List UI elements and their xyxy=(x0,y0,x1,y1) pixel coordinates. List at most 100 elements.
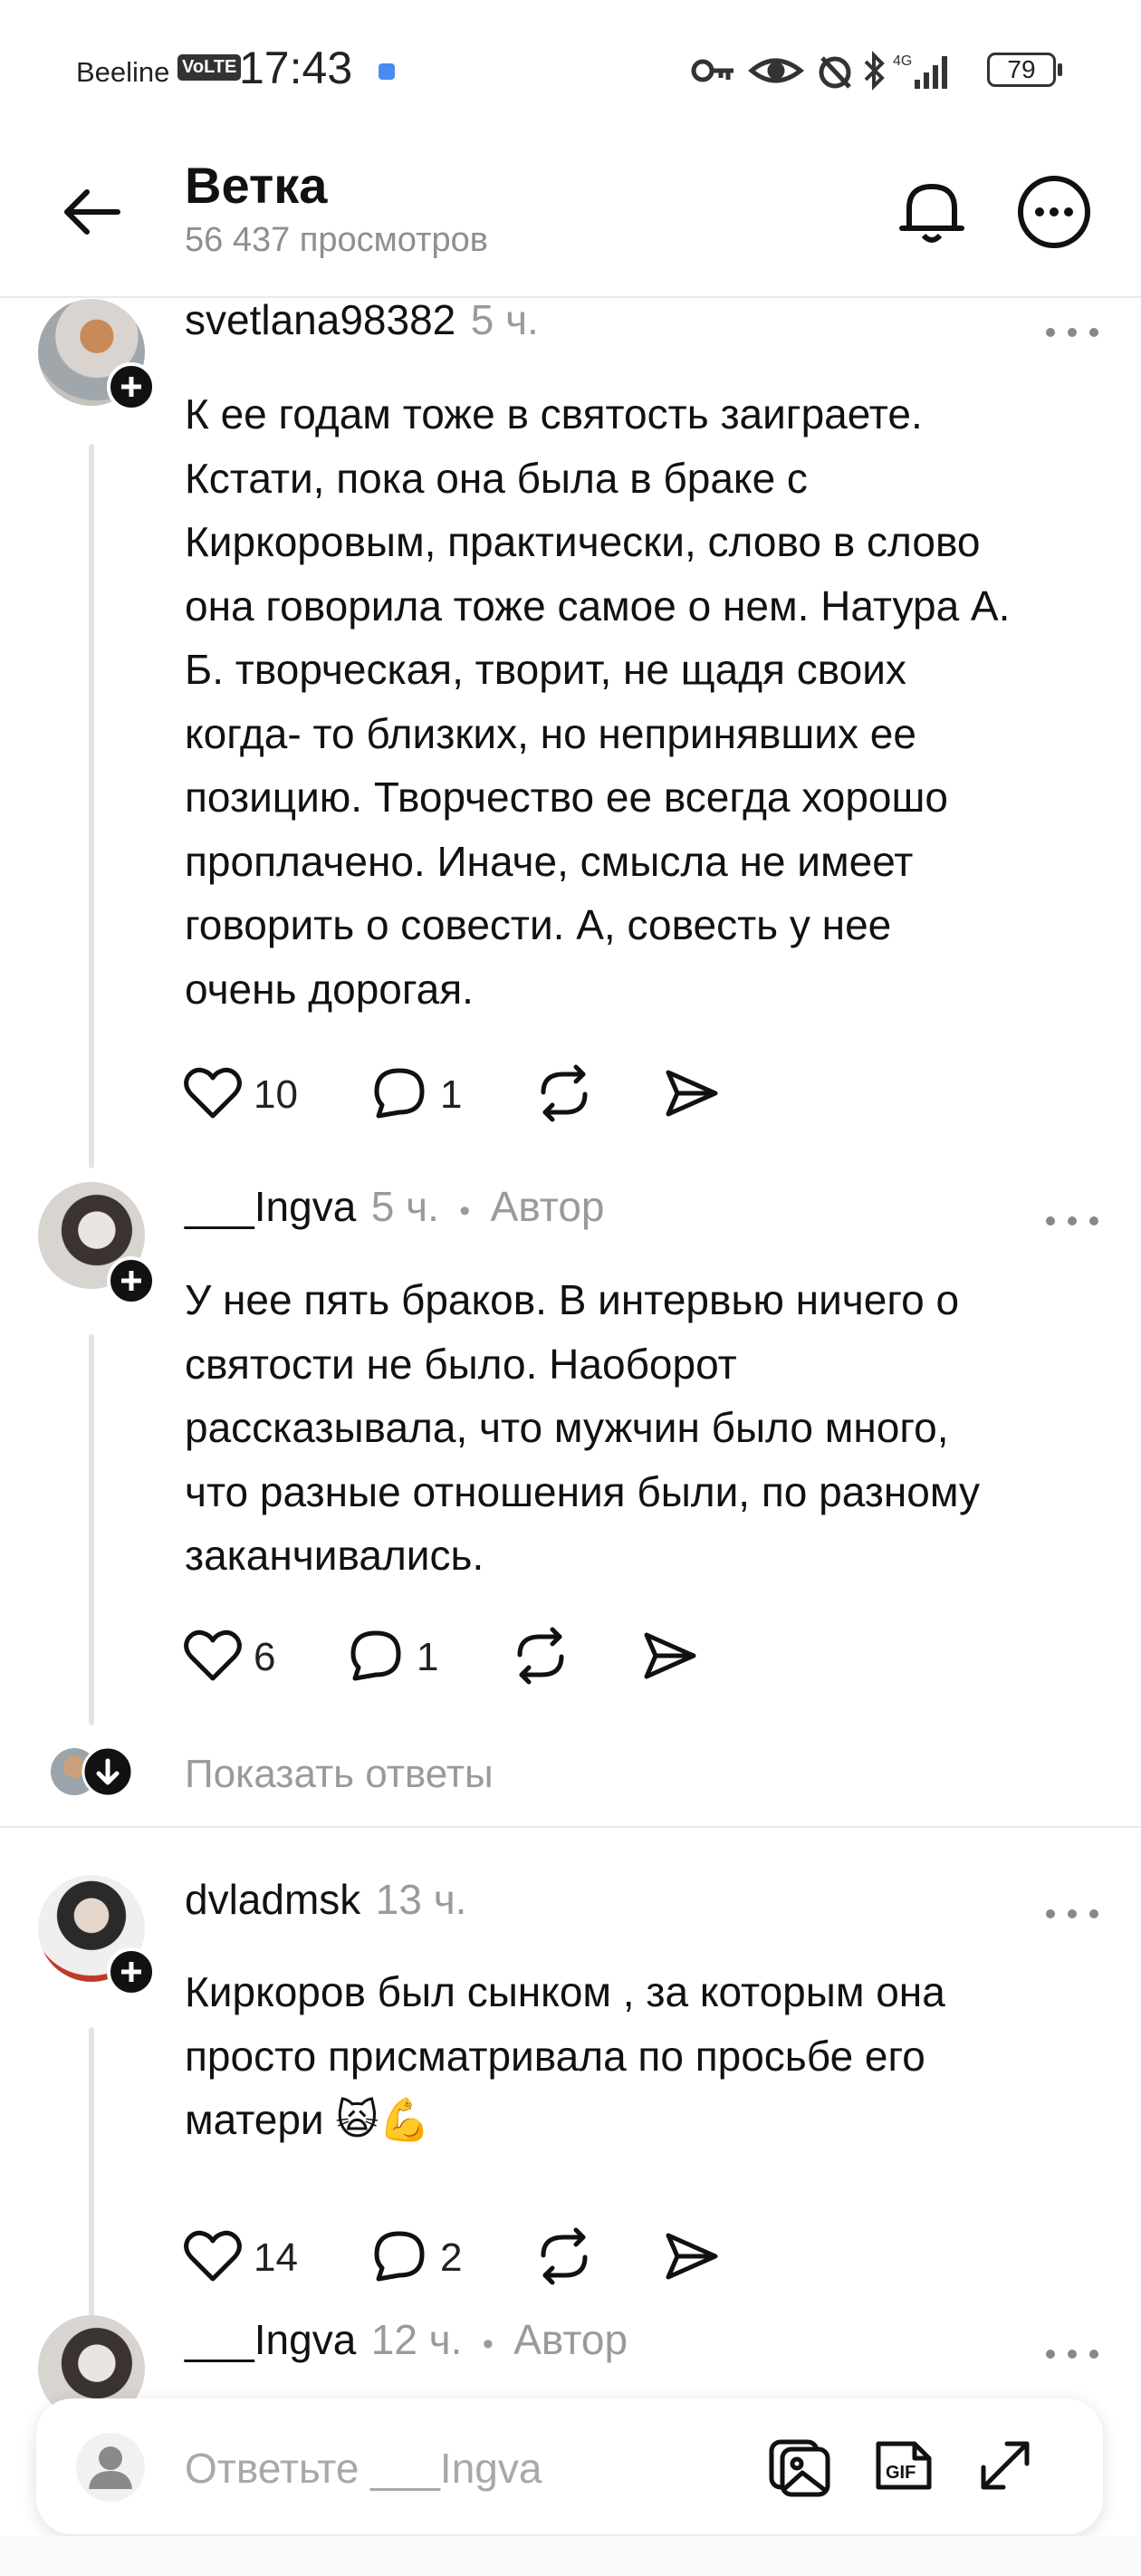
status-icons: 4G xyxy=(691,51,947,91)
like-button[interactable] xyxy=(181,2225,244,2288)
username[interactable]: ___Ingva xyxy=(185,2316,356,2363)
comment-line: она говорила тоже самое о нем. Натура А. xyxy=(185,582,1011,630)
bluetooth-icon xyxy=(864,51,885,91)
battery-icon: 79 xyxy=(987,53,1056,87)
comment-text: Киркоров был сынком , за которым она про… xyxy=(185,1960,1141,2152)
comment-bubble-icon xyxy=(350,1630,401,1681)
repost-icon xyxy=(541,2227,588,2285)
comment: ___Ingva 12 ч. • Автор xyxy=(0,2315,1141,2422)
eye-icon xyxy=(748,58,805,83)
comment-more-button[interactable] xyxy=(1043,2341,1101,2368)
gif-label: GIF xyxy=(886,2463,916,2483)
heart-icon xyxy=(184,1067,242,1119)
username[interactable]: svetlana98382 xyxy=(185,296,455,343)
show-replies-row[interactable]: Показать ответы xyxy=(0,1739,1141,1810)
image-gallery-icon xyxy=(769,2439,830,2497)
repost-button[interactable] xyxy=(509,1624,572,1687)
username[interactable]: ___Ingva xyxy=(185,1183,356,1230)
share-button[interactable] xyxy=(638,1624,701,1687)
comment-line: святости не было. Наоборот xyxy=(185,1340,737,1388)
comment-line: очень дорогая. xyxy=(185,965,474,1013)
volte-badge: VoLTE xyxy=(177,54,242,81)
expand-button[interactable] xyxy=(971,2431,1040,2500)
comment-line: Киркоровым, практически, слово в слово xyxy=(185,518,981,565)
like-count: 6 xyxy=(254,1635,276,1679)
comment: dvladmsk 13 ч. Киркоров был сынком , за … xyxy=(0,1875,1141,2344)
gif-button[interactable]: GIF xyxy=(869,2431,938,2500)
ellipsis-icon xyxy=(1046,1216,1098,1226)
comment-line: проплачено. Иначе, смысла не имеет xyxy=(185,837,914,885)
notification-dot-icon xyxy=(379,63,395,80)
reply-button[interactable] xyxy=(368,2225,431,2288)
ellipsis-icon xyxy=(1046,328,1098,337)
like-button[interactable] xyxy=(181,1062,244,1125)
repost-button[interactable] xyxy=(532,2225,596,2288)
bottom-bar xyxy=(0,2536,1141,2576)
comment-time: 12 ч. xyxy=(370,2316,463,2363)
username[interactable]: dvladmsk xyxy=(185,1876,360,1923)
reply-count: 1 xyxy=(440,1072,463,1117)
comment: ___Ingva 5 ч. • Автор У нее пять браков.… xyxy=(0,1182,1141,1725)
comment-more-button[interactable] xyxy=(1043,1900,1101,1927)
repost-icon xyxy=(541,1064,588,1122)
comment-text: У нее пять браков. В интервью ничего о с… xyxy=(185,1268,1141,1588)
thread-line xyxy=(89,1334,94,1725)
comment-line: позицию. Творчество ее всегда хорошо xyxy=(185,774,949,821)
comment-meta: dvladmsk 13 ч. xyxy=(185,1875,466,1924)
network-type: 4G xyxy=(893,53,912,69)
arrow-left-icon xyxy=(64,189,120,235)
comment-line: когда- то близких, но непринявших ее xyxy=(185,709,916,757)
expand-icon xyxy=(981,2441,1030,2490)
like-button[interactable] xyxy=(181,1624,244,1687)
reply-button[interactable] xyxy=(368,1062,431,1125)
comment-line: К ее годам тоже в святость заиграете. xyxy=(185,390,923,437)
ellipsis-icon xyxy=(1046,2350,1098,2359)
send-icon xyxy=(666,2233,718,2280)
follow-plus-icon[interactable] xyxy=(107,1947,156,1996)
comment-line: что разные отношения были, по разному xyxy=(185,1467,980,1515)
bell-icon xyxy=(899,184,964,243)
repost-button[interactable] xyxy=(532,1062,596,1125)
comment-meta: svetlana98382 5 ч. xyxy=(185,295,539,344)
reply-count: 2 xyxy=(440,2235,463,2280)
back-button[interactable] xyxy=(54,181,127,254)
share-button[interactable] xyxy=(659,2225,723,2288)
header-divider xyxy=(0,296,1141,298)
comment-line: Кстати, пока она была в браке с xyxy=(185,454,808,502)
comment-bubble-icon xyxy=(374,2231,425,2282)
share-button[interactable] xyxy=(659,1062,723,1125)
comment-time: 5 ч. xyxy=(370,1183,439,1230)
more-options-button[interactable] xyxy=(1016,174,1092,250)
section-divider xyxy=(0,1826,1141,1828)
comment-meta: ___Ingva 12 ч. • Автор xyxy=(185,2315,628,2364)
comment-text: К ее годам тоже в святость заиграете. Кс… xyxy=(185,382,1141,1021)
user-avatar-icon xyxy=(76,2433,145,2502)
battery-level: 79 xyxy=(1007,55,1036,83)
comment-actions: 10 1 xyxy=(181,1062,761,1125)
meta-separator: • xyxy=(459,1194,471,1228)
reply-input[interactable]: Ответьте ___Ingva xyxy=(185,2444,542,2493)
heart-icon xyxy=(184,1629,242,1681)
alarm-off-icon xyxy=(819,56,851,89)
reply-count: 1 xyxy=(417,1635,439,1679)
ellipsis-icon xyxy=(1046,1909,1098,1918)
send-icon xyxy=(644,1632,696,1679)
more-icon xyxy=(1018,176,1090,248)
follow-plus-icon[interactable] xyxy=(107,1256,156,1305)
comment-bubble-icon xyxy=(374,1068,425,1119)
notifications-button[interactable] xyxy=(893,172,971,250)
comment-more-button[interactable] xyxy=(1043,319,1101,346)
show-replies-label[interactable]: Показать ответы xyxy=(185,1752,494,1797)
reply-button[interactable] xyxy=(344,1624,408,1687)
clock: 17:43 xyxy=(239,43,353,93)
comment-actions: 6 1 xyxy=(181,1624,761,1687)
attach-image-button[interactable] xyxy=(766,2431,835,2500)
comment: svetlana98382 5 ч. К ее годам тоже в свя… xyxy=(0,296,1141,1168)
heart-icon xyxy=(184,2230,242,2282)
thread-line xyxy=(89,444,94,1168)
comment-line: матери 🙀💪 xyxy=(185,2096,431,2143)
comment-more-button[interactable] xyxy=(1043,1207,1101,1235)
follow-plus-icon[interactable] xyxy=(107,362,156,411)
battery-tip xyxy=(1058,63,1062,76)
key-icon xyxy=(691,59,734,82)
